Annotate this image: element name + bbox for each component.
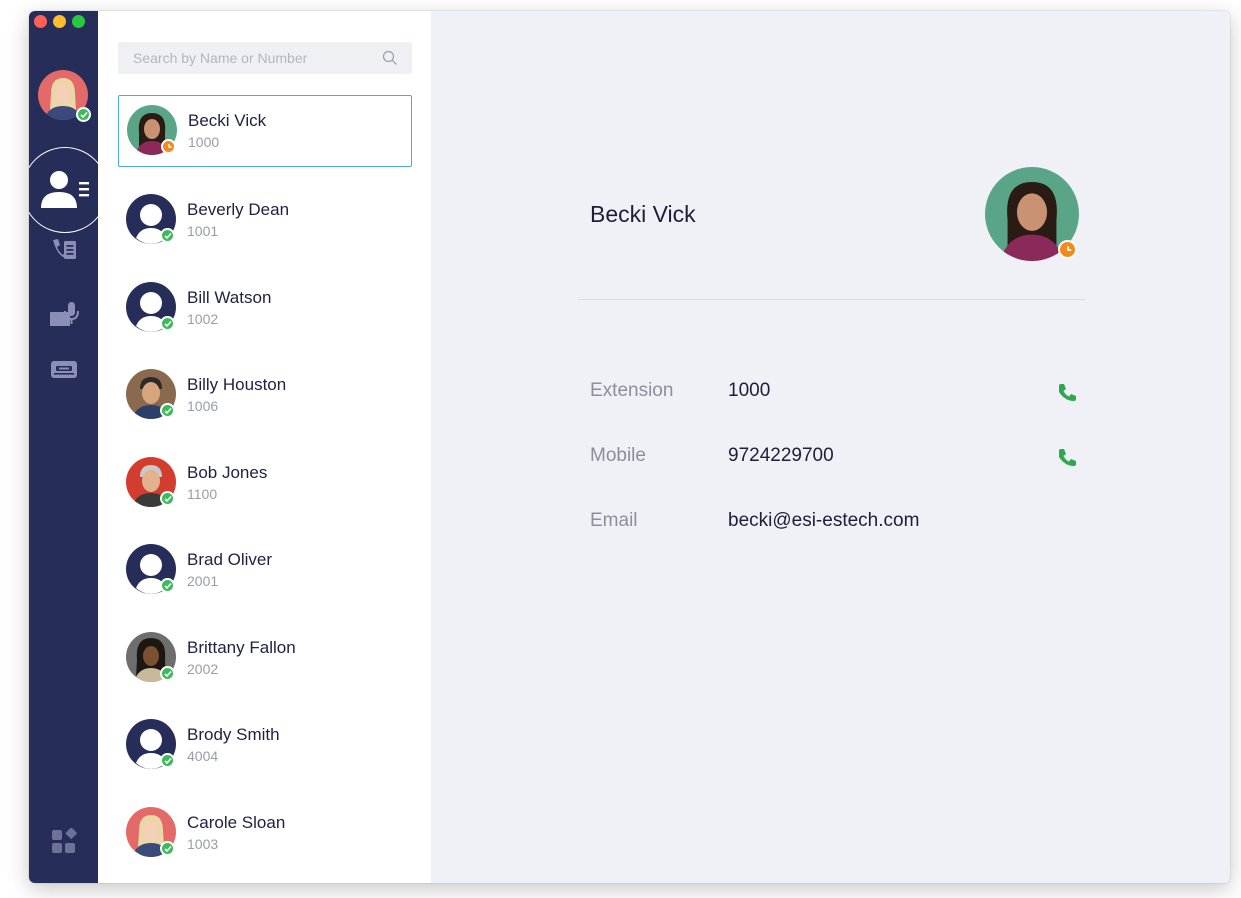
nav-call-history[interactable]: [29, 229, 98, 273]
contact-avatar: [126, 544, 176, 594]
contact-name: Bob Jones: [187, 463, 268, 482]
nav-apps[interactable]: [29, 819, 98, 863]
contact-avatar: [126, 457, 176, 507]
call-mobile-button[interactable]: [1056, 447, 1078, 474]
extension-row: Extension 1000: [590, 380, 1090, 410]
contact-detail-pane: Becki Vick Extension 1000 Mobile 9724229…: [431, 11, 1230, 883]
search-icon[interactable]: [382, 50, 398, 71]
contact-avatar: [126, 632, 176, 682]
phone-icon: [1059, 384, 1076, 401]
available-status-icon: [160, 841, 175, 856]
contact-avatar: [126, 282, 176, 332]
contact-name: Becki Vick: [188, 111, 267, 130]
contact-name: Carole Sloan: [187, 813, 286, 832]
contact-name: Brody Smith: [187, 725, 280, 744]
contact-name: Brad Oliver: [187, 550, 273, 569]
mobile-row: Mobile 9724229700: [590, 445, 1090, 475]
nav-contacts[interactable]: [29, 147, 108, 233]
voicemail-icon: [49, 302, 79, 326]
detail-contact-name: Becki Vick: [590, 201, 696, 227]
contact-extension: 1000: [188, 134, 220, 150]
window-controls: [34, 15, 85, 28]
contact-list-item[interactable]: Carole Sloan 1003: [118, 796, 412, 868]
contact-extension: 1001: [187, 223, 219, 239]
contact-extension: 1003: [187, 836, 219, 852]
contact-name: Bill Watson: [187, 288, 272, 307]
mobile-value: 9724229700: [728, 445, 834, 466]
away-status-icon: [161, 139, 176, 154]
available-status-icon: [160, 491, 175, 506]
contact-extension: 4004: [187, 748, 219, 764]
email-label: Email: [590, 510, 638, 531]
email-value[interactable]: becki@esi-estech.com: [728, 510, 919, 532]
fax-icon: [50, 361, 77, 378]
contact-extension: 2002: [187, 661, 219, 677]
extension-value: 1000: [728, 380, 771, 401]
available-status-icon: [160, 403, 175, 418]
contact-name: Brittany Fallon: [187, 638, 296, 657]
contact-avatar: [126, 719, 176, 769]
detail-divider: [578, 299, 1085, 300]
extension-label: Extension: [590, 380, 674, 401]
contact-name: Beverly Dean: [187, 200, 290, 219]
contact-extension: 1100: [187, 486, 218, 502]
contact-list-item[interactable]: Brody Smith 4004: [118, 708, 412, 780]
available-status-icon: [76, 107, 91, 122]
maximize-window-button[interactable]: [72, 15, 85, 28]
contact-list-pane: Becki Vick 1000 Beverly Dean 1001: [98, 11, 431, 883]
nav-fax[interactable]: [29, 347, 98, 391]
away-status-icon: [1058, 240, 1077, 259]
contacts-icon: [41, 171, 89, 208]
available-status-icon: [160, 578, 175, 593]
contact-name: Billy Houston: [187, 375, 287, 394]
contact-avatar: [127, 105, 177, 155]
search-input[interactable]: [131, 49, 385, 67]
nav-rail: [29, 11, 108, 883]
minimize-window-button[interactable]: [53, 15, 66, 28]
available-status-icon: [160, 753, 175, 768]
available-status-icon: [160, 228, 175, 243]
email-row: Email becki@esi-estech.com: [590, 510, 1090, 540]
contact-extension: 1006: [187, 398, 219, 414]
contact-avatar: [126, 369, 176, 419]
call-extension-button[interactable]: [1056, 382, 1078, 409]
nav-voicemail[interactable]: [29, 292, 98, 336]
available-status-icon: [160, 666, 175, 681]
contact-list-item[interactable]: Brittany Fallon 2002: [118, 621, 412, 693]
detail-contact-avatar: [985, 167, 1079, 261]
close-window-button[interactable]: [34, 15, 47, 28]
contact-list-item[interactable]: Beverly Dean 1001: [118, 183, 412, 255]
phone-icon: [1059, 449, 1076, 466]
contact-avatar: [126, 194, 176, 244]
contact-list-item[interactable]: Billy Houston 1006: [118, 358, 412, 430]
contact-list-item[interactable]: Brad Oliver 2001: [118, 533, 412, 605]
app-window: Becki Vick 1000 Beverly Dean 1001: [29, 11, 1230, 883]
contact-list-item[interactable]: Bob Jones 1100: [118, 446, 412, 518]
mobile-label: Mobile: [590, 445, 646, 466]
call-history-icon: [52, 239, 76, 259]
apps-icon: [51, 828, 77, 853]
search-bar: [118, 42, 412, 74]
current-user-avatar[interactable]: [38, 70, 91, 122]
contact-list-item[interactable]: Becki Vick 1000: [118, 95, 412, 167]
contact-list-item[interactable]: Bill Watson 1002: [118, 271, 412, 343]
contact-extension: 2001: [187, 573, 219, 589]
contact-extension: 1002: [187, 311, 219, 327]
contact-avatar: [126, 807, 176, 857]
available-status-icon: [160, 316, 175, 331]
